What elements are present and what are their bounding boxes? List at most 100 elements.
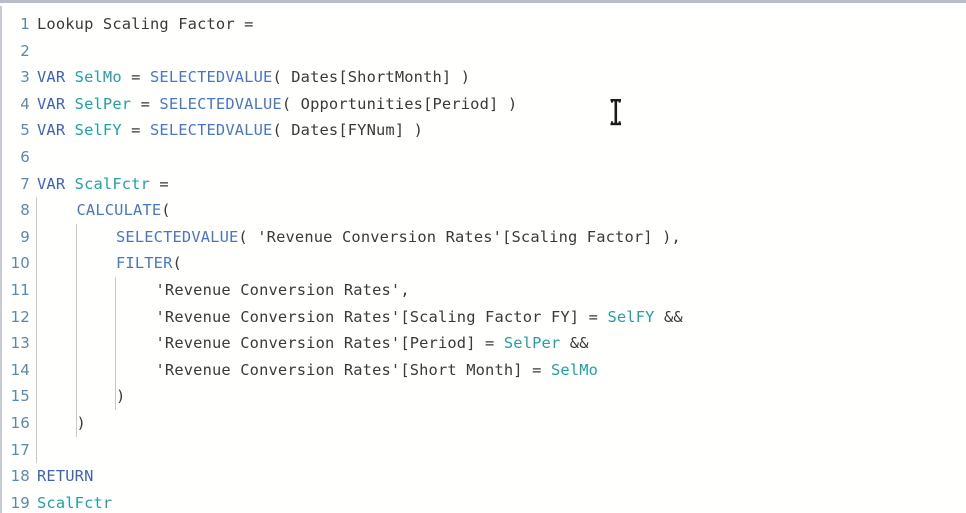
code-line-text[interactable]: ScalFctr — [37, 490, 112, 513]
code-line-text[interactable]: SELECTEDVALUE( 'Revenue Conversion Rates… — [116, 224, 681, 251]
code-line[interactable]: 18 RETURN — [0, 463, 966, 490]
code-line[interactable]: 7 VAR ScalFctr = — [0, 171, 966, 198]
code-line-text[interactable]: FILTER( — [116, 250, 182, 277]
code-token-var: ScalFctr — [74, 174, 150, 193]
line-number: 1 — [20, 15, 30, 33]
code-token-function: FILTER — [116, 254, 173, 273]
code-token-plain: = — [121, 68, 151, 87]
code-token-plain: Lookup Scaling Factor = — [37, 15, 254, 33]
code-line[interactable]: 1 Lookup Scaling Factor = — [0, 11, 966, 38]
indent-guide — [36, 197, 37, 464]
code-line[interactable]: 8 CALCULATE( — [0, 197, 966, 224]
code-line-text[interactable]: VAR SelFY = SELECTEDVALUE( Dates[FYNum] … — [37, 117, 423, 144]
code-line-text[interactable]: 'Revenue Conversion Rates', — [156, 277, 410, 304]
code-token-plain: 'Revenue Conversion Rates', — [155, 281, 410, 299]
code-line[interactable]: 14 'Revenue Conversion Rates'[Short Month… — [0, 357, 966, 384]
code-line[interactable]: 10 FILTER( — [0, 250, 966, 277]
line-number: 8 — [20, 201, 30, 220]
code-token-plain: ( Dates[ShortMonth] ) — [272, 68, 471, 87]
code-token-var: SelPer — [503, 334, 561, 353]
code-token-var: SelMo — [550, 360, 599, 379]
code-token-plain: ) — [76, 414, 86, 432]
code-token-var: ScalFctr — [37, 493, 113, 512]
code-token-function: SELECTEDVALUE — [150, 121, 273, 140]
code-line-text[interactable]: RETURN — [37, 463, 94, 490]
code-line[interactable]: 17 — [0, 437, 966, 464]
code-surface[interactable]: 1 Lookup Scaling Factor = 2 3 VAR SelMo = SE… — [0, 6, 966, 513]
code-token-plain: ( Dates[FYNum] ) — [272, 121, 424, 140]
code-token-plain: ( — [161, 201, 171, 220]
line-number: 9 — [20, 227, 30, 246]
line-number: 6 — [20, 148, 30, 166]
code-line-text[interactable]: ) — [116, 383, 125, 410]
code-token-keyword: VAR — [37, 121, 66, 140]
code-token-var: SelFY — [74, 121, 122, 140]
line-number: 12 — [10, 307, 30, 326]
code-token-plain: 'Revenue Conversion Rates'[Period] = — [155, 334, 504, 353]
line-number: 13 — [10, 334, 30, 353]
code-token-function: SELECTEDVALUE — [150, 68, 273, 87]
code-line-text[interactable]: 'Revenue Conversion Rates'[Short Month] … — [156, 357, 599, 384]
line-number: 10 — [10, 254, 30, 273]
line-number: 3 — [20, 68, 30, 87]
line-number: 11 — [10, 281, 30, 299]
code-token-plain: && — [654, 307, 683, 326]
code-token-plain: 'Revenue Conversion Rates'[Scaling Facto… — [155, 307, 608, 326]
code-line-text[interactable]: ) — [77, 410, 86, 437]
code-line[interactable]: 6 — [0, 144, 966, 171]
code-line-text[interactable]: VAR ScalFctr = — [37, 171, 169, 198]
code-token-var: SelFY — [607, 307, 655, 326]
line-number: 15 — [10, 387, 30, 406]
line-number: 18 — [10, 467, 30, 486]
code-line-text[interactable]: CALCULATE( — [77, 197, 171, 224]
code-line[interactable]: 15) — [0, 383, 966, 410]
code-token-function: SELECTEDVALUE — [116, 227, 239, 246]
code-line-text[interactable]: 'Revenue Conversion Rates'[Period] = Sel… — [156, 330, 589, 357]
code-token-plain: ) — [116, 387, 126, 406]
code-token-keyword: RETURN — [37, 467, 94, 486]
code-line-text[interactable]: Lookup Scaling Factor = — [37, 11, 254, 38]
code-token-var: SelPer — [74, 94, 132, 113]
code-line[interactable]: 13 'Revenue Conversion Rates'[Period] = S… — [0, 330, 966, 357]
code-line[interactable]: 5 VAR SelFY = SELECTEDVALUE( Dates[FYNum]… — [0, 117, 966, 144]
code-line[interactable]: 12 'Revenue Conversion Rates'[Scaling Fac… — [0, 304, 966, 331]
line-number: 16 — [10, 414, 30, 432]
code-line-text[interactable]: VAR SelPer = SELECTEDVALUE( Opportunitie… — [37, 91, 517, 118]
dax-formula-editor[interactable]: 1 Lookup Scaling Factor = 2 3 VAR SelMo = SE… — [0, 0, 966, 513]
code-token-plain: ( 'Revenue Conversion Rates'[Scaling Fac… — [238, 227, 681, 246]
code-line-text[interactable]: 'Revenue Conversion Rates'[Scaling Facto… — [156, 304, 683, 331]
code-token-plain: = — [131, 94, 160, 113]
code-line[interactable]: 16) — [0, 410, 966, 437]
line-number: 4 — [20, 94, 30, 113]
code-line[interactable]: 9 SELECTEDVALUE( 'Revenue Conversion Rate… — [0, 224, 966, 251]
indent-guide — [76, 223, 77, 437]
code-token-plain: = — [150, 174, 169, 193]
code-token-keyword: VAR — [37, 68, 66, 87]
line-number: 2 — [20, 41, 30, 60]
code-token-plain: && — [560, 334, 589, 353]
code-token-plain: = — [121, 121, 151, 140]
line-number: 17 — [10, 440, 30, 459]
code-token-function: SELECTEDVALUE — [159, 94, 282, 113]
code-token-plain: ( Opportunities[Period] ) — [281, 94, 518, 113]
line-number: 7 — [20, 174, 30, 193]
code-line[interactable]: 3 VAR SelMo = SELECTEDVALUE( Dates[ShortM… — [0, 64, 966, 91]
code-line[interactable]: 2 — [0, 38, 966, 65]
indent-guide — [115, 277, 116, 410]
code-line[interactable]: 11 'Revenue Conversion Rates', — [0, 277, 966, 304]
code-line[interactable]: 4 VAR SelPer = SELECTEDVALUE( Opportuniti… — [0, 91, 966, 118]
line-number: 14 — [10, 360, 30, 379]
code-token-var: SelMo — [74, 68, 122, 87]
code-line[interactable]: 19 ScalFctr — [0, 490, 966, 513]
line-number: 5 — [20, 121, 30, 140]
code-token-keyword: VAR — [37, 94, 66, 113]
code-token-plain: 'Revenue Conversion Rates'[Short Month] … — [155, 360, 551, 379]
code-token-keyword: VAR — [37, 174, 66, 193]
code-token-function: CALCULATE — [76, 201, 162, 220]
code-line-text[interactable]: VAR SelMo = SELECTEDVALUE( Dates[ShortMo… — [37, 64, 470, 91]
code-token-plain: ( — [172, 254, 182, 273]
